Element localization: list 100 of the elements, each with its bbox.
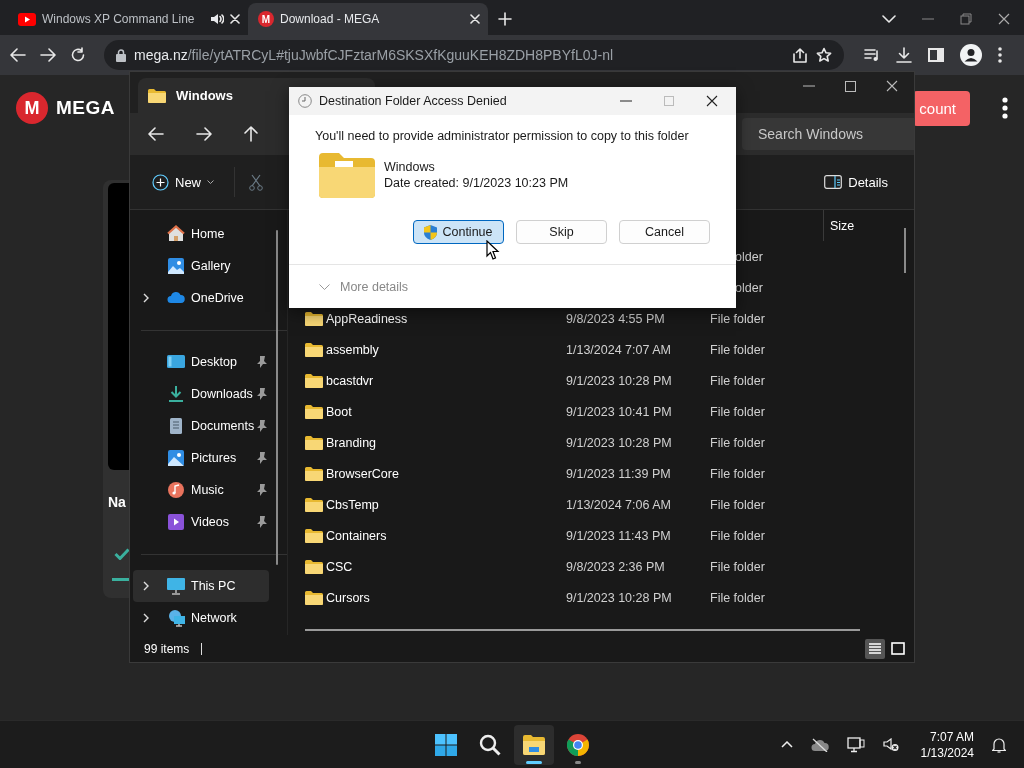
download-icon[interactable] bbox=[896, 47, 912, 63]
sidebar-item[interactable]: Home bbox=[133, 218, 269, 250]
tab-title: Windows XP Command Line bbox=[42, 12, 196, 26]
folder-icon bbox=[305, 342, 323, 357]
home-icon bbox=[167, 225, 185, 243]
plus-circle-icon bbox=[152, 173, 169, 191]
table-cell-text: File folder bbox=[710, 404, 766, 419]
side-panel-icon[interactable] bbox=[928, 48, 944, 62]
restore-icon[interactable] bbox=[960, 13, 972, 25]
table-cell-text: File folder bbox=[710, 435, 766, 450]
close-icon[interactable] bbox=[998, 13, 1010, 25]
forward-icon[interactable] bbox=[40, 48, 56, 62]
table-cell-text: 9/1/2023 10:28 PM bbox=[566, 373, 673, 388]
sidebar-item[interactable]: OneDrive bbox=[133, 282, 269, 314]
sidebar-item[interactable]: Music bbox=[133, 474, 269, 506]
download-icon bbox=[167, 385, 185, 403]
folder-icon bbox=[319, 152, 375, 198]
menu-icon[interactable] bbox=[1002, 97, 1008, 119]
menu-icon[interactable] bbox=[998, 47, 1002, 63]
taskbar-app[interactable] bbox=[514, 724, 554, 765]
up-icon[interactable] bbox=[244, 126, 258, 142]
bell-icon[interactable] bbox=[992, 736, 1006, 753]
folder-name: Windows bbox=[384, 160, 436, 174]
mega-logo-icon[interactable]: M bbox=[16, 92, 48, 124]
details-view-button[interactable] bbox=[865, 639, 885, 659]
sidebar-item[interactable]: Network bbox=[133, 602, 269, 634]
table-cell-text: 9/8/2023 4:55 PM bbox=[566, 311, 666, 326]
logo-text[interactable]: MEGA bbox=[56, 97, 115, 119]
browser-tab[interactable]: Windows XP Command Line bbox=[8, 3, 248, 35]
sidebar-item[interactable]: Documents bbox=[133, 410, 269, 442]
search-field[interactable]: Search Windows bbox=[742, 118, 914, 150]
gallery-icon bbox=[167, 257, 185, 275]
chevron-up-icon[interactable] bbox=[780, 741, 793, 748]
sidebar-item[interactable]: Gallery bbox=[133, 250, 269, 282]
profile-icon[interactable] bbox=[960, 44, 982, 66]
sidebar-item[interactable]: Pictures bbox=[133, 442, 269, 474]
table-cell-text: 9/8/2023 2:36 PM bbox=[566, 559, 666, 574]
new-tab-icon[interactable] bbox=[498, 12, 512, 26]
tab-title: Download - MEGA bbox=[280, 12, 381, 26]
table-cell-text: Cursors bbox=[326, 590, 371, 605]
folder-icon bbox=[305, 404, 323, 419]
speaker-muted-icon[interactable] bbox=[882, 737, 899, 752]
video-logo-icon bbox=[18, 12, 36, 26]
table-cell-text: assembly bbox=[326, 342, 380, 357]
table-cell-text: 9/1/2023 11:43 PM bbox=[566, 528, 672, 543]
table-cell-text: 9/1/2023 11:39 PM bbox=[566, 466, 672, 481]
sidebar-item[interactable]: Downloads bbox=[133, 378, 269, 410]
table-cell-text: File folder bbox=[710, 466, 766, 481]
chevron-right-icon[interactable] bbox=[143, 293, 149, 303]
video-icon bbox=[167, 513, 185, 531]
folder-icon bbox=[305, 559, 323, 574]
folder-icon bbox=[305, 311, 323, 326]
cloud-off-icon[interactable] bbox=[810, 737, 829, 752]
back-icon[interactable] bbox=[148, 127, 164, 141]
reload-icon[interactable] bbox=[70, 47, 86, 63]
more-details-toggle[interactable]: More details bbox=[289, 264, 736, 308]
sidebar-item[interactable]: Videos bbox=[133, 506, 269, 538]
folder-icon bbox=[305, 497, 323, 512]
clock[interactable]: 7:07 AM 1/13/2024 bbox=[920, 729, 974, 760]
continue-button[interactable]: Continue bbox=[413, 220, 504, 244]
network-icon[interactable] bbox=[846, 736, 865, 753]
browser-tab[interactable]: M Download - MEGA bbox=[248, 3, 488, 35]
close-icon[interactable] bbox=[706, 95, 718, 107]
sidebar-item[interactable]: Desktop bbox=[133, 346, 269, 378]
chevron-right-icon[interactable] bbox=[143, 581, 149, 591]
dialog-button[interactable]: Skip bbox=[516, 220, 607, 244]
address-text: mega.nz/file/ytATRCyL#tjuJwbfCJFztarM6SKSXfKguuKEH8ZDH8PBYfL0J-nl bbox=[134, 47, 615, 63]
forward-icon[interactable] bbox=[196, 127, 212, 141]
table-cell-text: older bbox=[734, 280, 764, 295]
check-icon bbox=[114, 548, 130, 560]
back-icon[interactable] bbox=[10, 48, 26, 62]
chevron-down-icon bbox=[319, 283, 330, 290]
share-icon[interactable] bbox=[792, 47, 808, 63]
folder-icon bbox=[523, 733, 545, 756]
chevron-right-icon[interactable] bbox=[143, 613, 149, 623]
speaker-icon[interactable] bbox=[210, 13, 224, 25]
cut-icon[interactable] bbox=[249, 173, 263, 191]
folder-icon bbox=[148, 88, 166, 103]
maximize-icon[interactable] bbox=[845, 80, 856, 92]
table-cell-text: 1/13/2024 7:06 AM bbox=[566, 497, 672, 512]
folder-icon bbox=[305, 590, 323, 605]
address-bar[interactable]: mega.nz/file/ytATRCyL#tjuJwbfCJFztarM6SKSXfKguuKEH8ZDH8PBYfL0J-nl bbox=[104, 40, 844, 70]
star-icon[interactable] bbox=[816, 47, 832, 63]
table-cell-text: File folder bbox=[710, 528, 766, 543]
details-pane-icon bbox=[824, 175, 843, 189]
table-cell-text: CbsTemp bbox=[326, 497, 380, 512]
sidebar-item[interactable]: This PC bbox=[133, 570, 269, 602]
media-icon[interactable] bbox=[864, 48, 880, 62]
table-cell-text: AppReadiness bbox=[326, 311, 409, 326]
folder-icon bbox=[305, 466, 323, 481]
tile-icon bbox=[890, 641, 906, 657]
chevron-down-icon[interactable] bbox=[882, 15, 896, 23]
close-icon[interactable] bbox=[886, 80, 898, 92]
table-cell-text: older bbox=[734, 249, 764, 264]
search-icon bbox=[479, 733, 501, 756]
shield-icon bbox=[424, 224, 438, 240]
dialog-button[interactable]: Cancel bbox=[619, 220, 710, 244]
details-button[interactable]: Details bbox=[822, 170, 890, 194]
table-cell-text: File folder bbox=[710, 342, 766, 357]
new-button[interactable]: New bbox=[150, 169, 216, 195]
